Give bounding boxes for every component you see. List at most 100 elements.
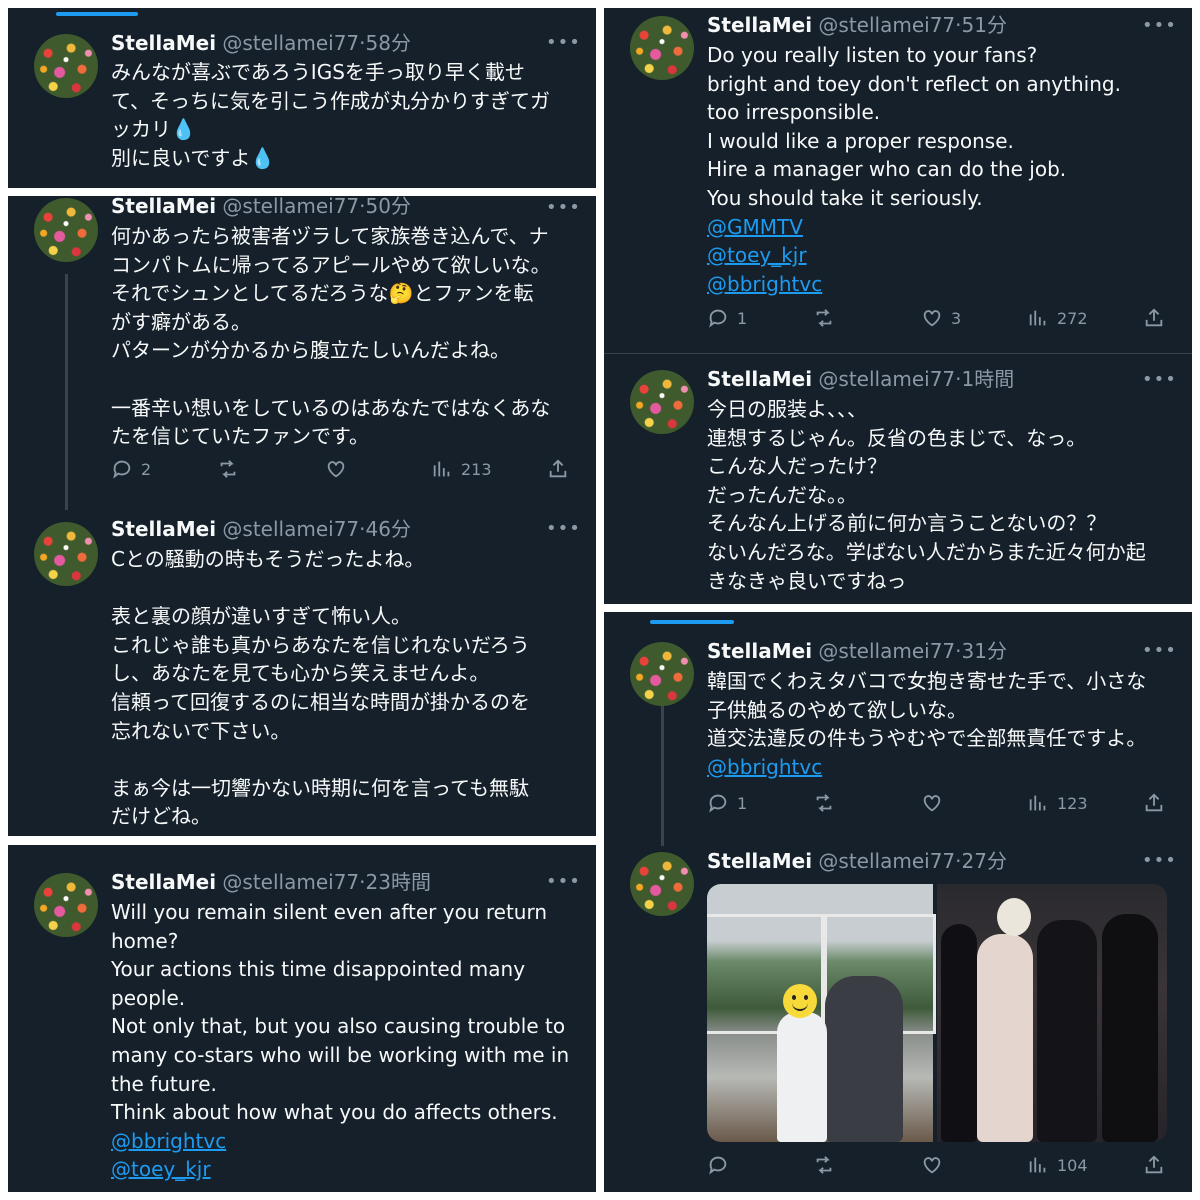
like-button[interactable] [325,458,355,480]
display-name[interactable]: StellaMei [707,849,812,873]
tweet-time[interactable]: ·46分 [359,517,411,541]
views-button[interactable]: 213 [431,458,492,480]
tweet[interactable]: StellaMei @stellamei77·31分 ••• 韓国でくわえタバコ… [604,612,1192,844]
action-bar: 2 213 [111,458,571,486]
avatar[interactable] [630,642,694,706]
tweet-time[interactable]: ·1時間 [955,367,1014,391]
tweet-time[interactable]: ·51分 [955,13,1007,37]
like-button[interactable] [921,1154,951,1176]
tweet-text-line: 一番辛い想いをしているのはあなたではなくあな [111,395,551,420]
tweet[interactable]: StellaMei @stellamei77·58分 ••• みんなが喜ぶであろ… [8,8,596,188]
tweet[interactable]: StellaMei @stellamei77·1時間 ••• 今日の服装よ、、、… [604,354,1192,604]
share-button[interactable] [1143,792,1165,814]
tweet-text-line: し、あなたを見ても心から笑えませんよ。 [111,661,490,686]
tweet-header: StellaMei @stellamei77·23時間 [111,869,431,895]
tweet-time[interactable]: ·27分 [955,849,1007,873]
mention-link[interactable]: @toey_kjr [707,243,807,267]
share-button[interactable] [1143,1154,1165,1176]
tweet-text-line: そんなん上げる前に何か言うことないの？？ [707,511,1107,536]
tweet-time[interactable]: ·50分 [359,196,411,218]
tweet[interactable]: StellaMei @stellamei77·46分 ••• Cとの騒動の時もそ… [8,514,596,836]
share-button[interactable] [547,458,569,480]
heart-icon [923,1157,941,1174]
mention-link[interactable]: @bbrightvc [707,755,822,779]
user-handle[interactable]: @stellamei77 [818,639,955,663]
retweet-button[interactable] [217,458,247,480]
avatar[interactable] [630,16,694,80]
tweet-text-line: Think about how what you do affects othe… [111,1100,558,1125]
retweet-button[interactable] [813,307,843,329]
person-figure [1037,920,1097,1142]
more-icon[interactable]: ••• [546,198,581,218]
reply-button[interactable] [707,1154,737,1176]
user-handle[interactable]: @stellamei77 [222,517,359,541]
tweet-text-line [111,745,530,774]
tweet-mention-line: @bbrightvc [707,753,1146,782]
avatar[interactable] [34,522,98,586]
display-name[interactable]: StellaMei [707,367,812,391]
more-icon[interactable]: ••• [546,872,581,892]
tweet[interactable]: StellaMei @stellamei77·27分 ••• 104 [604,848,1192,1192]
display-name[interactable]: StellaMei [111,196,216,218]
retweet-icon [816,1156,832,1174]
like-button[interactable]: 3 [921,307,961,329]
user-handle[interactable]: @stellamei77 [222,196,359,218]
user-handle[interactable]: @stellamei77 [818,13,955,37]
mention-link[interactable]: @toey_kjr [111,1157,211,1181]
mention-link[interactable]: @bbrightvc [707,272,822,296]
action-bar: 1 3 272 [707,307,1167,335]
tweet[interactable]: StellaMei @stellamei77·23時間 ••• Will you… [8,845,596,1192]
action-bar: 104 [707,1154,1167,1182]
tweet-media[interactable] [707,884,1167,1142]
like-button[interactable] [921,792,951,814]
reply-button[interactable]: 1 [707,307,747,329]
views-button[interactable]: 272 [1027,307,1088,329]
avatar[interactable] [630,370,694,434]
more-icon[interactable]: ••• [546,33,581,53]
more-icon[interactable]: ••• [1142,370,1177,390]
more-icon[interactable]: ••• [1142,641,1177,661]
user-handle[interactable]: @stellamei77 [222,31,359,55]
mention-link[interactable]: @bbrightvc [111,1129,226,1153]
avatar[interactable] [630,852,694,916]
views-icon [433,461,450,477]
tweet[interactable]: StellaMei @stellamei77·51分 ••• Do you re… [604,8,1192,353]
tweet-time[interactable]: ·23時間 [359,870,431,894]
views-button[interactable]: 104 [1027,1154,1088,1176]
display-name[interactable]: StellaMei [707,13,812,37]
views-button[interactable]: 123 [1027,792,1088,814]
user-handle[interactable]: @stellamei77 [818,849,955,873]
media-photo-1[interactable] [707,884,936,1142]
reply-button[interactable]: 2 [111,458,151,480]
more-icon[interactable]: ••• [1142,16,1177,36]
tweet-text-line: まぁ今は一切響かない時期に何を言っても無駄 [111,775,529,800]
media-photo-2[interactable] [937,884,1167,1142]
tweet-text-line: 道交法違反の件もうやむやで全部無責任ですよ。 [707,726,1147,751]
display-name[interactable]: StellaMei [707,639,812,663]
mention-link[interactable]: @GMMTV [707,215,803,239]
heart-icon [923,310,941,327]
tweet-text-line: Cとの騒動の時もそうだったよね。 [111,547,425,571]
more-icon[interactable]: ••• [546,519,581,539]
views-icon [1029,795,1046,811]
like-count: 3 [951,308,962,328]
reply-button[interactable]: 1 [707,792,747,814]
share-button[interactable] [1143,307,1165,329]
display-name[interactable]: StellaMei [111,870,216,894]
display-name[interactable]: StellaMei [111,517,216,541]
tweet-time[interactable]: ·58分 [359,31,411,55]
avatar[interactable] [34,198,98,262]
display-name[interactable]: StellaMei [111,31,216,55]
avatar[interactable] [34,873,98,937]
retweet-button[interactable] [813,1154,843,1176]
tweet[interactable]: StellaMei @stellamei77·50分 ••• 何かあったら被害者… [8,196,596,506]
more-icon[interactable]: ••• [1142,851,1177,871]
avatar[interactable] [34,34,98,98]
tweet-time[interactable]: ·31分 [955,639,1007,663]
tweet-text-line: people. [111,985,186,1010]
user-handle[interactable]: @stellamei77 [222,870,359,894]
tweet-text: Will you remain silent even after you re… [111,898,569,1184]
tweet-mention-line: @GMMTV [707,213,1121,242]
user-handle[interactable]: @stellamei77 [818,367,955,391]
retweet-button[interactable] [813,792,843,814]
